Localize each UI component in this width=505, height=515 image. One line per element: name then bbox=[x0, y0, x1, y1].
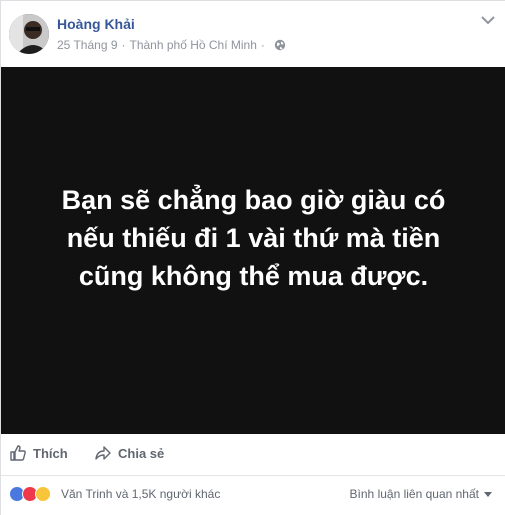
caret-down-icon bbox=[484, 491, 492, 497]
avatar-image bbox=[9, 14, 49, 54]
avatar[interactable] bbox=[9, 14, 49, 54]
comment-sort-label: Bình luận liên quan nhất bbox=[349, 487, 479, 501]
quote-line: Bạn sẽ chẳng bao giờ giàu có bbox=[61, 184, 446, 215]
quote-text: Bạn sẽ chẳng bao giờ giàu có nếu thiếu đ… bbox=[44, 181, 464, 295]
author-name[interactable]: Hoàng Khải bbox=[57, 16, 135, 32]
post-card: Hoàng Khải 25 Tháng 9 · Thành phố Hồ Chí… bbox=[0, 0, 505, 515]
share-arrow-icon bbox=[95, 446, 111, 460]
post-image[interactable]: Bạn sẽ chẳng bao giờ giàu có nếu thiếu đ… bbox=[1, 67, 505, 434]
reaction-icons[interactable] bbox=[9, 486, 51, 502]
share-button[interactable]: Chia sẻ bbox=[94, 444, 164, 462]
quote-line: cũng không thể mua được. bbox=[78, 260, 429, 291]
meta-separator: · bbox=[260, 38, 265, 52]
globe-icon[interactable] bbox=[274, 39, 286, 51]
post-location[interactable]: Thành phố Hồ Chí Minh bbox=[130, 38, 257, 52]
share-label: Chia sẻ bbox=[118, 445, 165, 461]
chevron-down-icon[interactable] bbox=[480, 15, 496, 25]
reaction-summary[interactable]: Văn Trinh và 1,5K người khác bbox=[61, 487, 220, 501]
action-bar: Thích Chia sẻ bbox=[1, 434, 505, 472]
comment-sort-dropdown[interactable]: Bình luận liên quan nhất bbox=[350, 487, 492, 501]
like-label: Thích bbox=[33, 445, 68, 461]
like-button[interactable]: Thích bbox=[9, 444, 68, 462]
post-date[interactable]: 25 Tháng 9 bbox=[57, 38, 118, 52]
post-header: Hoàng Khải 25 Tháng 9 · Thành phố Hồ Chí… bbox=[1, 1, 505, 67]
reactions-bar: Văn Trinh và 1,5K người khác Bình luận l… bbox=[1, 476, 505, 515]
haha-reaction-icon bbox=[35, 486, 51, 502]
meta-separator: · bbox=[121, 38, 126, 52]
thumbs-up-icon bbox=[10, 445, 26, 461]
quote-line: nếu thiếu đi 1 vài thứ mà tiền bbox=[66, 222, 441, 253]
post-meta: 25 Tháng 9 · Thành phố Hồ Chí Minh · bbox=[57, 38, 286, 52]
